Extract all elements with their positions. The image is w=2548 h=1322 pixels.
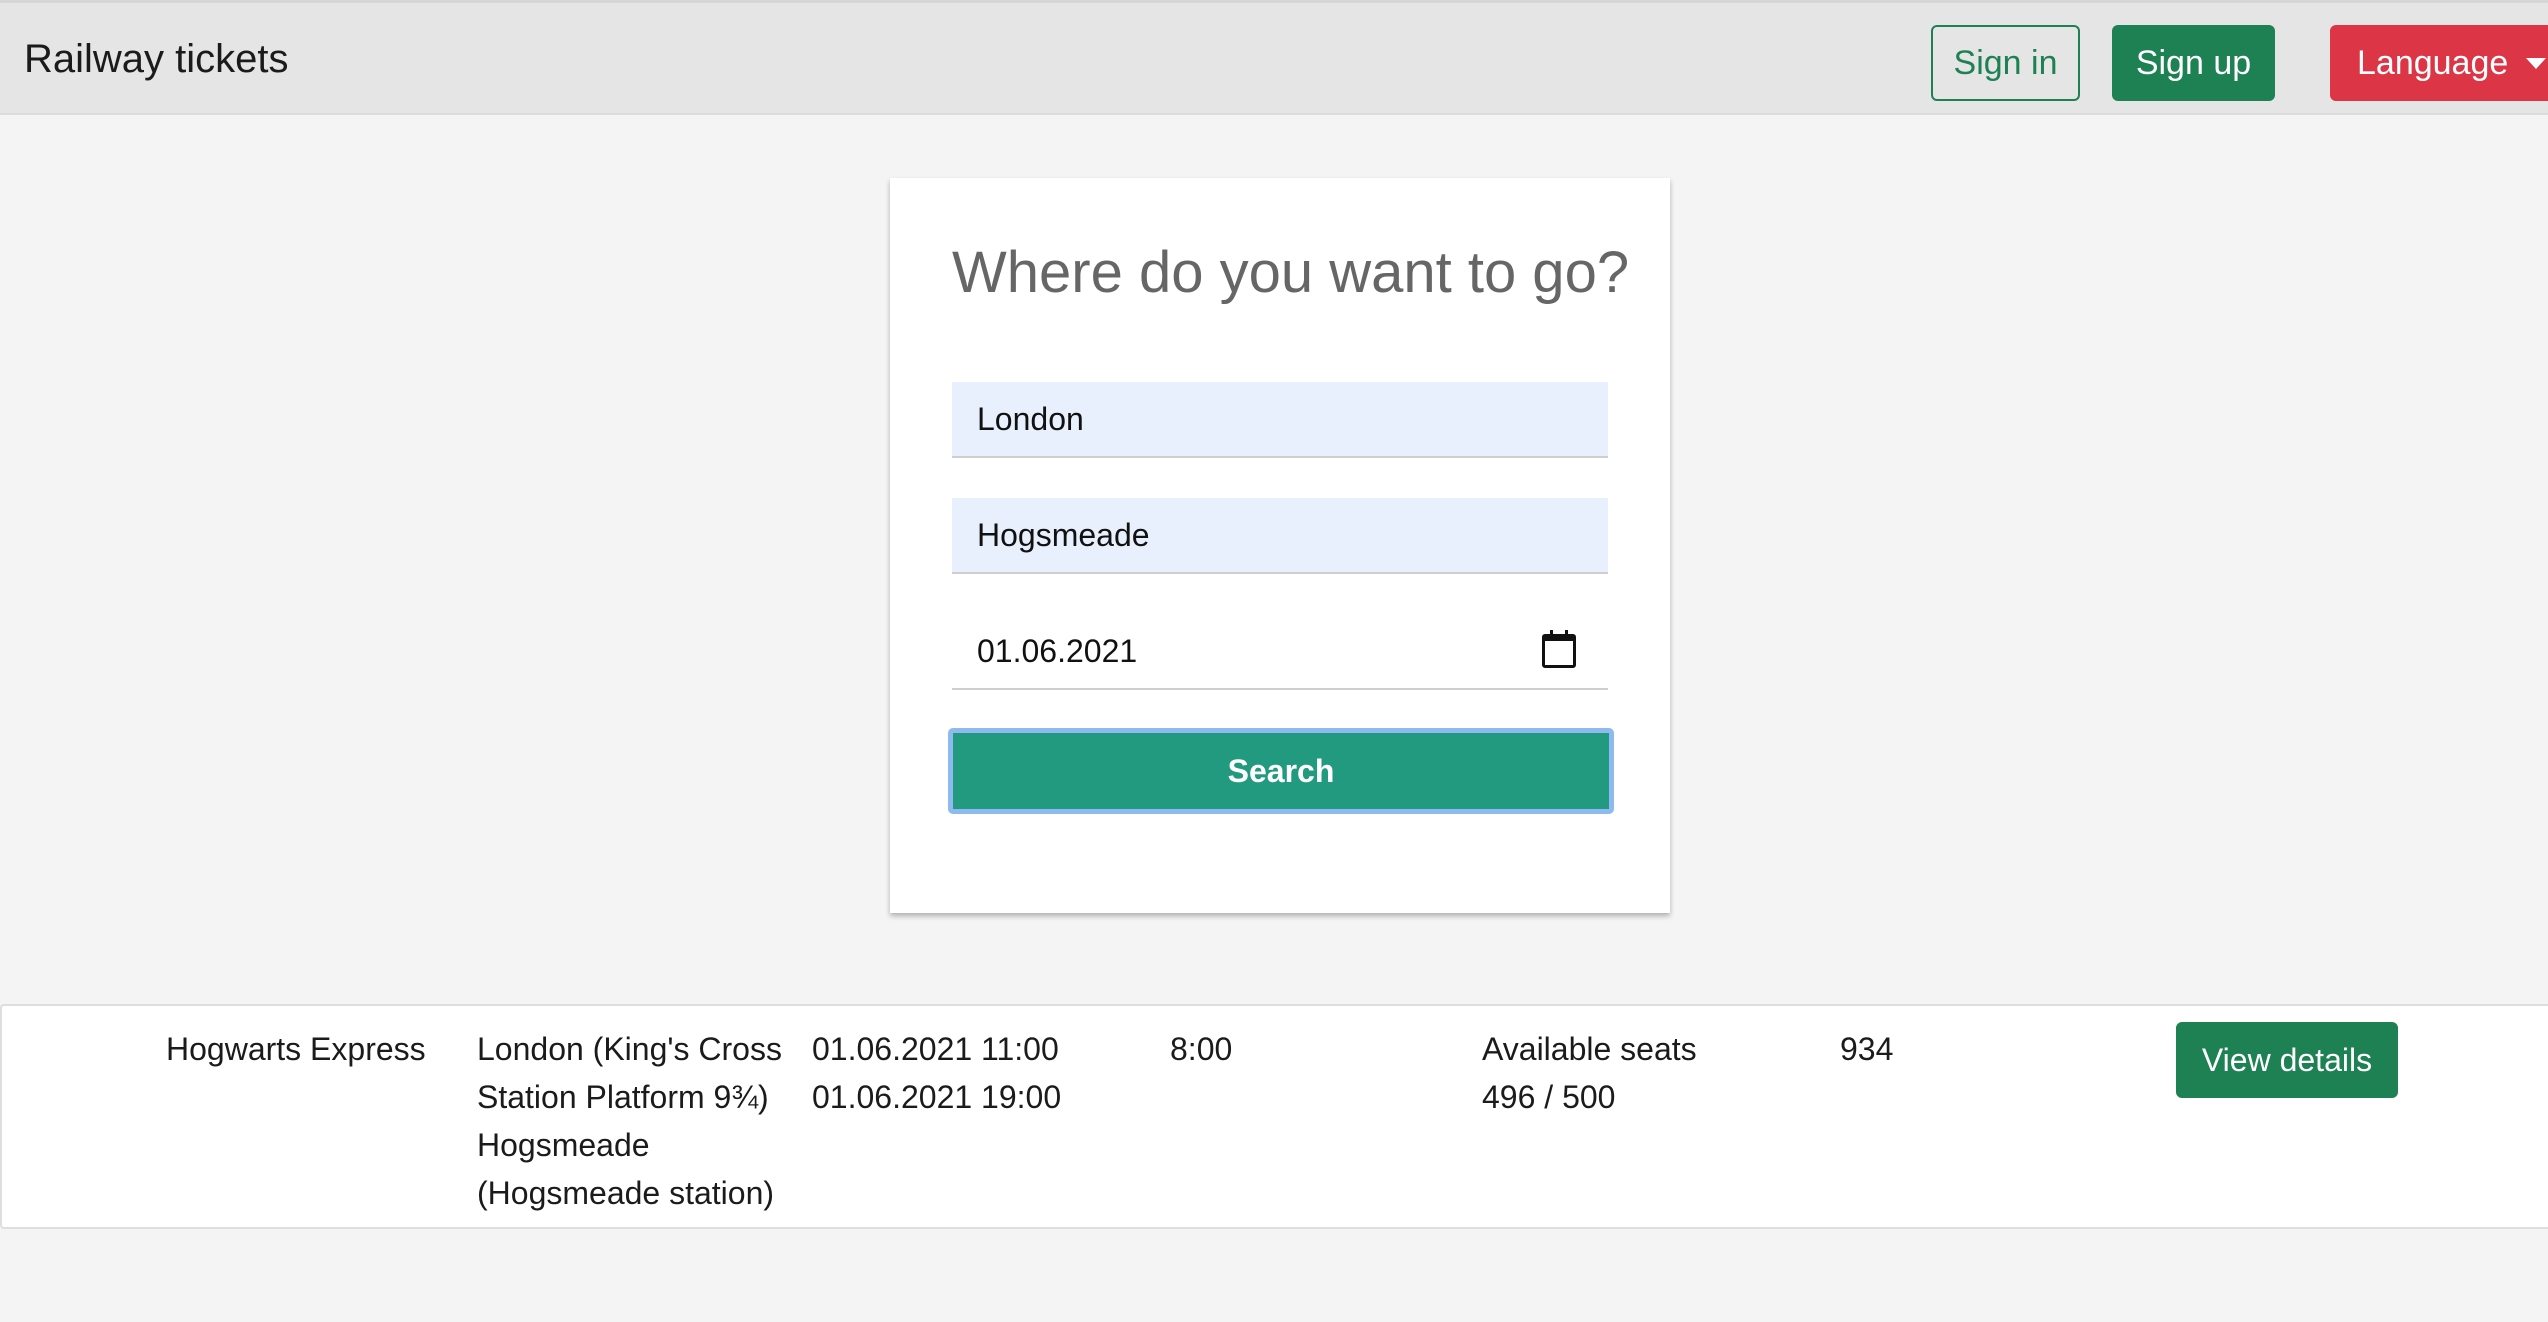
search-heading: Where do you want to go?: [952, 240, 1630, 305]
search-button[interactable]: Search: [948, 728, 1614, 814]
ticket-price: 934: [1840, 1031, 1894, 1067]
departure-time: 01.06.2021 11:00: [812, 1031, 1059, 1067]
train-result-row: Hogwarts Express London (King's Cross St…: [0, 1004, 2548, 1229]
route-line: London (King's Cross: [477, 1031, 782, 1067]
route-line: Station Platform 9¾): [477, 1079, 769, 1115]
calendar-icon[interactable]: [1542, 630, 1576, 668]
language-dropdown-button[interactable]: Language: [2330, 25, 2548, 101]
to-station-value: Hogsmeade: [977, 516, 1150, 553]
trip-duration: 8:00: [1170, 1031, 1233, 1067]
seats-value: 496 / 500: [1482, 1079, 1616, 1115]
from-station-input[interactable]: London: [952, 382, 1608, 458]
to-station-input[interactable]: Hogsmeade: [952, 498, 1608, 574]
caret-down-icon: [2526, 57, 2547, 69]
brand-title[interactable]: Railway tickets: [24, 35, 289, 83]
trip-times: 01.06.2021 11:00 01.06.2021 19:00: [812, 1025, 1061, 1121]
sign-in-button[interactable]: Sign in: [1931, 25, 2080, 101]
from-station-value: London: [977, 400, 1084, 437]
seats-label: Available seats: [1482, 1031, 1697, 1067]
route-line: (Hogsmeade station): [477, 1175, 775, 1211]
available-seats: Available seats 496 / 500: [1482, 1025, 1697, 1121]
language-label: Language: [2357, 44, 2509, 82]
view-details-button[interactable]: View details: [2176, 1022, 2398, 1098]
search-card: Where do you want to go? London Hogsmead…: [890, 178, 1670, 913]
route-line: Hogsmeade: [477, 1127, 650, 1163]
sign-up-button[interactable]: Sign up: [2112, 25, 2275, 101]
route-stations: London (King's Cross Station Platform 9¾…: [477, 1025, 817, 1217]
date-input[interactable]: 01.06.2021: [952, 614, 1608, 690]
date-value: 01.06.2021: [977, 632, 1138, 669]
arrival-time: 01.06.2021 19:00: [812, 1079, 1062, 1115]
train-name: Hogwarts Express: [166, 1031, 426, 1067]
top-navbar: Railway tickets Sign in Sign up Language: [0, 0, 2548, 115]
